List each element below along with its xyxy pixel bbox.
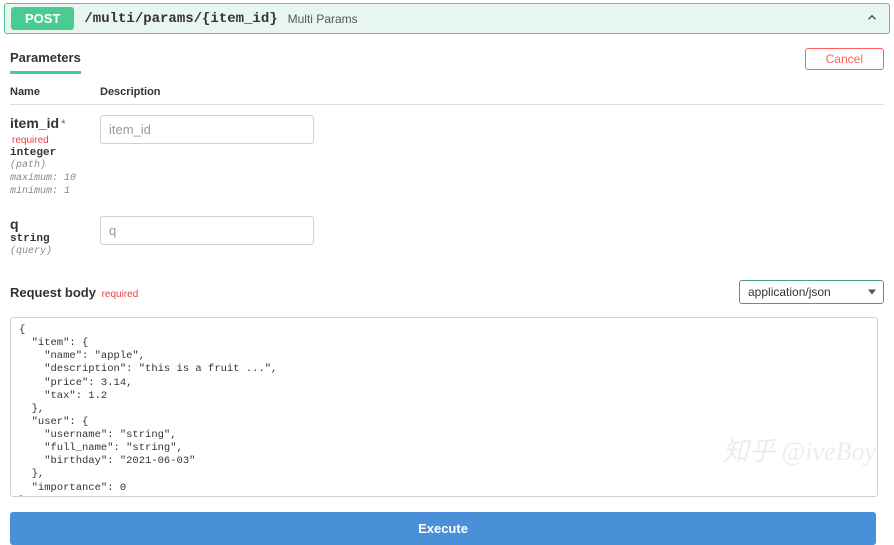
item-id-input[interactable]	[100, 115, 314, 144]
body-required-label: required	[102, 289, 139, 300]
cancel-button[interactable]: Cancel	[805, 48, 884, 70]
required-star: *	[61, 117, 66, 131]
q-input[interactable]	[100, 216, 314, 245]
param-constraint: maximum: 10	[10, 172, 100, 185]
chevron-up-icon[interactable]	[865, 10, 879, 27]
required-label: required	[12, 135, 49, 146]
request-body-editor[interactable]	[10, 317, 878, 497]
col-description: Description	[100, 80, 884, 105]
param-name: item_id	[10, 115, 59, 131]
param-constraint: minimum: 1	[10, 185, 100, 198]
parameters-heading: Parameters	[10, 44, 81, 74]
param-name: q	[10, 216, 19, 232]
parameters-table: Name Description item_id* required integ…	[10, 80, 884, 266]
endpoint-header[interactable]: POST /multi/params/{item_id} Multi Param…	[4, 3, 890, 34]
param-row: q string (query)	[10, 206, 884, 266]
content-type-select[interactable]: application/json	[739, 280, 884, 304]
col-name: Name	[10, 80, 100, 105]
content-type-select-wrap[interactable]: application/json	[739, 280, 884, 304]
param-location: (query)	[10, 245, 100, 258]
endpoint-path: /multi/params/{item_id}	[84, 11, 277, 27]
param-row: item_id* required integer (path) maximum…	[10, 105, 884, 207]
endpoint-summary: Multi Params	[288, 12, 358, 26]
param-type: string	[10, 233, 100, 245]
http-method-badge: POST	[11, 7, 74, 30]
execute-button[interactable]: Execute	[10, 512, 876, 545]
request-body-heading: Request body	[10, 285, 96, 300]
param-location: (path)	[10, 159, 100, 172]
param-type: integer	[10, 147, 100, 159]
